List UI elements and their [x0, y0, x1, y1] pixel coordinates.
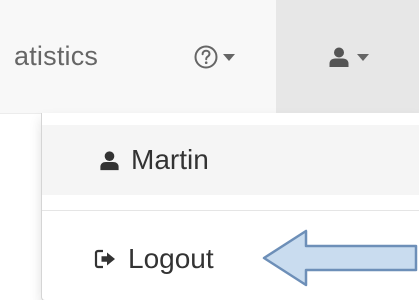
dropdown-item-user-profile[interactable]: Martin: [42, 125, 419, 195]
nav-statistics-label: atistics: [14, 41, 99, 71]
nav-statistics-link[interactable]: atistics: [0, 0, 150, 113]
screenshot-stage: atistics Martin Logout: [0, 0, 419, 300]
user-name-label: Martin: [131, 144, 209, 175]
callout-arrow-annotation: [262, 228, 419, 288]
user-dropdown-toggle[interactable]: [276, 0, 419, 113]
user-icon: [98, 149, 121, 172]
user-icon: [327, 45, 351, 69]
sign-out-icon: [94, 248, 118, 270]
chevron-down-icon: [356, 54, 369, 61]
dropdown-divider: [42, 210, 419, 211]
top-navbar: atistics: [0, 0, 419, 114]
chevron-down-icon: [223, 54, 235, 61]
question-circle-icon: [193, 44, 219, 70]
logout-label: Logout: [128, 243, 214, 274]
help-dropdown-toggle[interactable]: [168, 0, 260, 113]
